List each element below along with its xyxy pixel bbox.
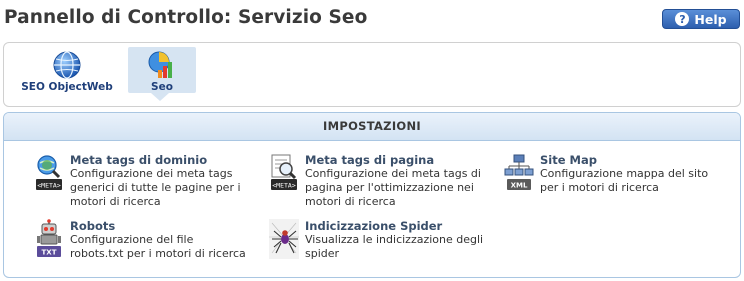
item-desc: Configurazione dei meta tags di pagina p… <box>305 167 481 208</box>
item-title: Indicizzazione Spider <box>305 219 443 233</box>
question-icon: ? <box>675 12 690 26</box>
svg-text:<META>: <META> <box>272 182 296 190</box>
apps-panel: SEO ObjectWeb Seo <box>3 42 741 107</box>
robot-txt-icon: TXT <box>37 219 61 257</box>
page-title: Pannello di Controllo: Servizio Seo <box>4 7 368 28</box>
item-desc: Configurazione del file robots.txt per i… <box>70 233 246 260</box>
meta-domain-icon: <META> <box>36 155 62 190</box>
item-title: Site Map <box>540 153 597 167</box>
meta-page-icon: <META> <box>271 154 297 190</box>
svg-text:TXT: TXT <box>42 249 57 257</box>
item-title: Meta tags di dominio <box>70 153 208 167</box>
app-tile-seo[interactable]: Seo <box>128 47 196 93</box>
tile-label: SEO ObjectWeb <box>21 81 113 93</box>
spider-icon <box>269 219 299 259</box>
globe-icon <box>53 51 81 79</box>
help-label: Help <box>694 11 727 27</box>
item-desc: Configurazione mappa del sito per i moto… <box>540 167 709 194</box>
header-bar: Pannello di Controllo: Servizio Seo ? He… <box>0 0 744 40</box>
svg-text:XML: XML <box>511 182 528 190</box>
app-tile-seo-objectweb[interactable]: SEO ObjectWeb <box>21 47 113 93</box>
svg-text:<META>: <META> <box>37 182 61 190</box>
item-title: Robots <box>70 219 116 233</box>
item-desc: Configurazione dei meta tags generici di… <box>70 167 241 208</box>
active-tile-arrow <box>151 93 169 101</box>
settings-panel: IMPOSTAZIONI <META> Meta tags di dominio… <box>3 112 741 278</box>
item-title: Meta tags di pagina <box>305 153 435 167</box>
sitemap-xml-icon: XML <box>504 154 534 190</box>
tile-label: Seo <box>151 81 173 93</box>
settings-title: IMPOSTAZIONI <box>4 113 740 141</box>
help-button[interactable]: ? Help <box>662 9 740 29</box>
item-desc: Visualizza le indicizzazione degli spide… <box>305 233 484 260</box>
seo-chart-icon <box>148 51 172 78</box>
